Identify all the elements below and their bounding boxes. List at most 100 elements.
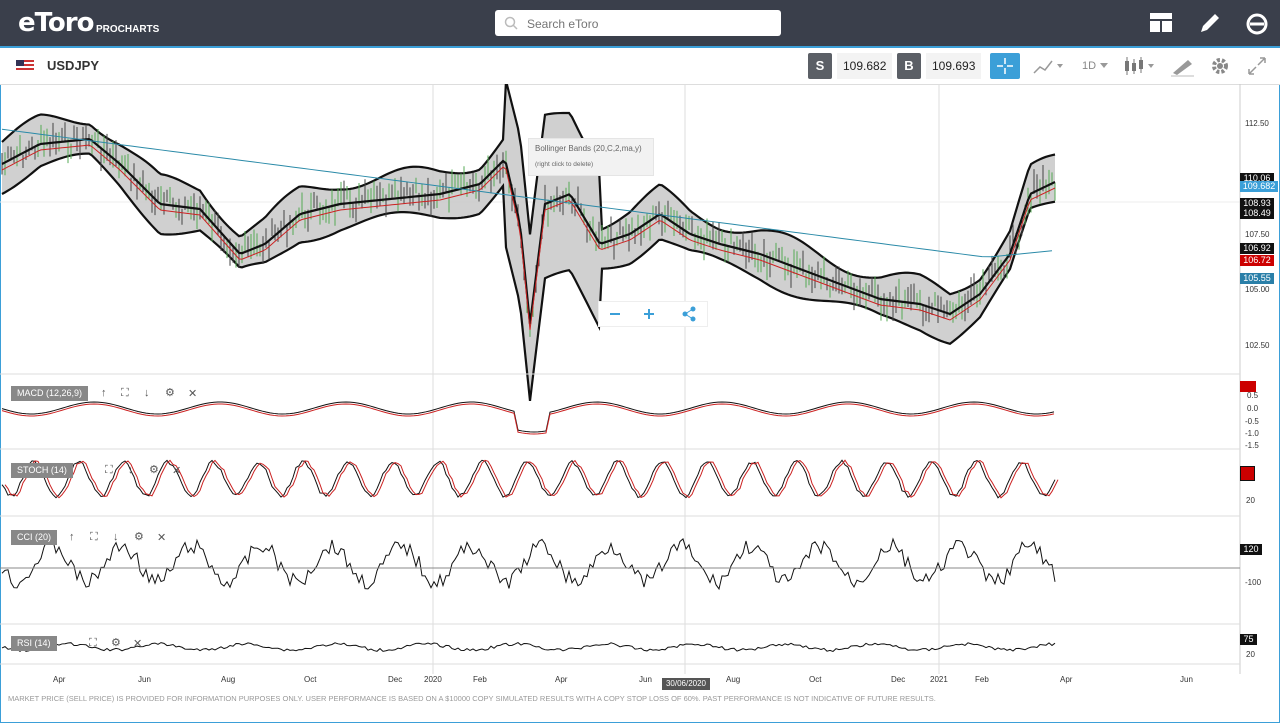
chart-type-button[interactable] [1030, 53, 1063, 79]
instrument-symbol[interactable]: USDJPY [47, 58, 99, 73]
close-icon[interactable]: ✕ [133, 637, 142, 650]
maximize-icon[interactable]: ⛶ [90, 531, 98, 544]
close-icon[interactable]: ✕ [172, 464, 181, 477]
bollinger-band-fill [2, 84, 1055, 401]
move-up-icon[interactable]: ↑ [101, 387, 107, 399]
gear-icon[interactable]: ⚙ [111, 636, 121, 649]
rsi-axis-label: 20 [1246, 650, 1255, 659]
cci-value-tag: 120 [1240, 544, 1262, 555]
date-label: Oct [809, 675, 822, 684]
move-down-icon[interactable]: ↓ [144, 387, 150, 399]
date-label: Jun [1180, 675, 1193, 684]
move-down-icon[interactable]: ↓ [113, 531, 119, 543]
gear-icon[interactable]: ⚙ [149, 463, 159, 476]
macd-axis-label: -0.5 [1245, 417, 1259, 426]
date-label: Feb [473, 675, 487, 684]
price-axis-label: 107.50 [1245, 230, 1270, 239]
fullscreen-icon [1248, 57, 1266, 75]
buy-button[interactable]: B [897, 53, 921, 79]
stoch-axis-label: 20 [1246, 496, 1255, 505]
date-label: Apr [1060, 675, 1073, 684]
maximize-icon[interactable]: ⛶ [89, 637, 97, 650]
period-label: 1D [1082, 60, 1097, 72]
date-label: Jun [138, 675, 151, 684]
candle-type-button[interactable] [1120, 53, 1158, 79]
candlestick-icon [1125, 57, 1154, 75]
search-input[interactable] [525, 10, 769, 38]
date-label: Oct [304, 675, 317, 684]
move-down-icon[interactable]: ↓ [128, 464, 134, 476]
disclaimer-text: MARKET PRICE (SELL PRICE) IS PROVIDED FO… [8, 694, 936, 703]
macd-axis-label: 0.5 [1247, 391, 1259, 400]
etoro-e-icon[interactable] [1244, 10, 1270, 36]
fullscreen-button[interactable] [1244, 53, 1274, 79]
maximize-icon[interactable]: ⛶ [121, 387, 129, 400]
rsi-line [1, 641, 1056, 653]
maximize-icon[interactable]: ⛶ [105, 464, 113, 477]
macd-axis-label: 0.0 [1247, 404, 1259, 413]
date-label: Dec [388, 675, 403, 684]
rsi-value-tag: 75 [1240, 634, 1257, 645]
zoom-in-icon[interactable] [641, 307, 657, 321]
pencil-icon[interactable] [1197, 10, 1223, 36]
price-tag: 106.72 [1240, 255, 1274, 266]
current-price-tag: 109.682 [1240, 181, 1278, 192]
us-flag-icon [16, 60, 34, 71]
tooltip-title: Bollinger Bands (20,C,2,ma,y) [535, 144, 642, 153]
stoch-panel-label[interactable]: STOCH (14) [11, 463, 73, 478]
gear-icon[interactable]: ⚙ [134, 530, 144, 543]
date-label: Apr [555, 675, 568, 684]
macd-panel-label[interactable]: MACD (12,26,9) [11, 386, 89, 401]
search-icon [504, 16, 518, 30]
date-label: Dec [891, 675, 906, 684]
date-label: Apr [53, 675, 66, 684]
price-axis-label: 102.50 [1245, 341, 1270, 350]
buy-price[interactable]: 109.693 [926, 53, 982, 79]
search-box[interactable] [495, 10, 781, 38]
sell-price[interactable]: 109.682 [837, 53, 893, 79]
close-icon[interactable]: ✕ [157, 531, 166, 544]
draw-tool-icon [1171, 60, 1194, 77]
cci-axis-label: -100 [1245, 578, 1262, 587]
crosshair-button[interactable] [990, 53, 1020, 79]
top-nav-bar: eToro PROCHARTS [0, 0, 1280, 46]
rsi-panel-label[interactable]: RSI (14) [11, 636, 57, 651]
price-axis-label: 105.00 [1245, 285, 1270, 294]
period-dropdown[interactable]: 1D [1078, 53, 1112, 79]
tooltip-hint: (right click to delete) [535, 161, 594, 168]
etoro-logo[interactable]: eToro [18, 8, 94, 38]
price-tag: 108.49 [1240, 208, 1274, 219]
settings-button[interactable] [1206, 53, 1236, 79]
date-label: 2021 [930, 675, 948, 684]
cci-panel-label[interactable]: CCI (20) [11, 530, 58, 545]
macd-value-tag [1240, 381, 1256, 392]
price-tag: 106.92 [1240, 243, 1274, 254]
macd-axis-label: -1.0 [1245, 429, 1259, 438]
macd-axis-label: -1.5 [1245, 441, 1259, 450]
layout-icon[interactable] [1148, 10, 1174, 36]
date-label: 2020 [424, 675, 442, 684]
gear-icon [1212, 58, 1228, 74]
indicator-tooltip: Bollinger Bands (20,C,2,ma,y) (right cli… [528, 138, 654, 176]
draw-tool-button[interactable] [1168, 53, 1198, 79]
price-tag: 105.55 [1240, 273, 1274, 284]
sell-button[interactable]: S [808, 53, 832, 79]
share-icon[interactable] [681, 306, 697, 322]
crosshair-icon [997, 58, 1013, 74]
date-label: Jun [639, 675, 652, 684]
gear-icon[interactable]: ⚙ [165, 386, 175, 399]
zoom-out-icon[interactable] [607, 307, 623, 321]
move-up-icon[interactable]: ↑ [69, 531, 75, 543]
cci-line [1, 537, 1056, 591]
close-icon[interactable]: ✕ [188, 387, 197, 400]
date-label: Aug [726, 675, 741, 684]
macd-line [1, 401, 1055, 433]
macd-signal [1, 403, 1055, 435]
zoom-controls [598, 301, 708, 327]
chart-type-icon [1033, 60, 1063, 74]
stoch-value-tag [1240, 466, 1255, 481]
prochart-label: PROCHARTS [96, 24, 160, 35]
crosshair-date: 30/06/2020 [662, 678, 710, 690]
date-label: Aug [221, 675, 236, 684]
date-label: Feb [975, 675, 989, 684]
